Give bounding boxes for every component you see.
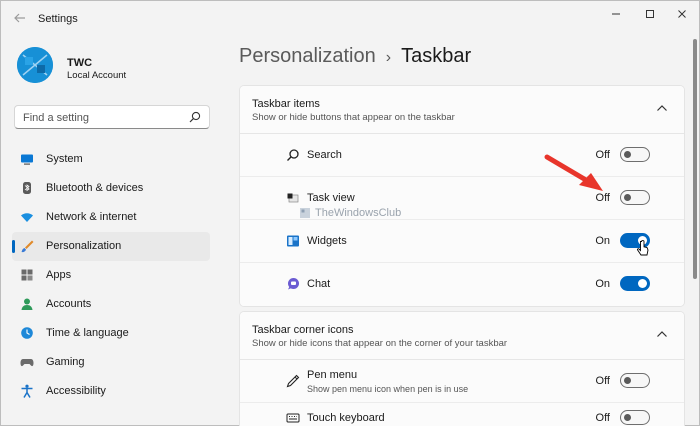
task-view-toggle[interactable] — [620, 190, 650, 205]
wifi-icon — [21, 213, 33, 222]
search-input[interactable]: Find a setting — [14, 105, 210, 129]
annotation-arrow-icon — [544, 154, 603, 191]
account-name: TWC — [67, 57, 93, 69]
breadcrumb-parent[interactable]: Personalization — [239, 45, 376, 67]
sidebar-nav: System Bluetooth & devices Network & int… — [12, 145, 210, 406]
setting-row-search: Search Off — [240, 134, 684, 177]
taskbar-items-section: Taskbar items Show or hide buttons that … — [239, 85, 685, 307]
sidebar-item-label: System — [46, 153, 83, 165]
scrollbar[interactable] — [693, 39, 697, 279]
sidebar-item-label: Apps — [46, 269, 72, 281]
sidebar-item-gaming[interactable]: Gaming — [12, 348, 210, 377]
monitor-icon — [21, 154, 33, 165]
avatar-logo-icon — [17, 47, 53, 83]
close-button[interactable] — [667, 5, 697, 23]
chevron-up-icon[interactable] — [656, 104, 668, 112]
sidebar-item-accessibility[interactable]: Accessibility — [12, 377, 210, 406]
search-icon — [189, 111, 201, 123]
section-title: Taskbar corner icons — [252, 324, 354, 336]
search-placeholder: Find a setting — [23, 112, 90, 124]
close-icon — [678, 10, 686, 18]
sidebar-item-system[interactable]: System — [12, 145, 210, 174]
setting-description: Show pen menu icon when pen is in use — [307, 384, 469, 394]
minimize-icon — [612, 13, 620, 15]
setting-label: Touch keyboard — [307, 412, 385, 424]
sidebar-item-time-language[interactable]: Time & language — [12, 319, 210, 348]
chat-toggle[interactable] — [620, 276, 650, 291]
sidebar-item-personalization[interactable]: Personalization — [12, 232, 210, 261]
section-header[interactable]: Taskbar corner icons Show or hide icons … — [240, 312, 684, 360]
setting-row-touch-keyboard: Touch keyboard Off — [240, 403, 684, 426]
setting-row-chat: Chat On — [240, 263, 684, 306]
maximize-button[interactable] — [635, 5, 665, 23]
sidebar-item-label: Accounts — [46, 298, 92, 310]
setting-label: Search — [307, 149, 342, 161]
breadcrumb-separator: › — [385, 49, 392, 66]
sidebar-item-label: Gaming — [46, 356, 85, 368]
avatar — [17, 47, 53, 83]
pen-icon — [286, 374, 300, 388]
setting-label: Widgets — [307, 235, 347, 247]
setting-row-widgets: Widgets On — [240, 220, 684, 263]
page-title: Taskbar — [401, 45, 472, 67]
bluetooth-icon — [23, 182, 31, 194]
sidebar-item-bluetooth[interactable]: Bluetooth & devices — [12, 174, 210, 203]
search-icon — [287, 149, 299, 161]
back-arrow-icon — [14, 13, 25, 23]
brush-icon — [21, 240, 34, 253]
sidebar-item-label: Time & language — [46, 327, 129, 339]
section-subtitle: Show or hide icons that appear on the co… — [252, 338, 508, 349]
touch-keyboard-toggle[interactable] — [620, 410, 650, 425]
accessibility-icon — [21, 384, 33, 398]
toggle-state-text: On — [595, 235, 610, 247]
watermark-text: TheWindowsClub — [315, 207, 402, 219]
sidebar-item-label: Network & internet — [46, 211, 137, 223]
taskbar-corner-icons-section: Taskbar corner icons Show or hide icons … — [239, 311, 685, 426]
sidebar-item-label: Accessibility — [46, 385, 106, 397]
sidebar-item-apps[interactable]: Apps — [12, 261, 210, 290]
toggle-state-text: Off — [595, 375, 610, 387]
breadcrumb: Personalization › Taskbar — [239, 45, 471, 68]
watermark-logo-icon — [300, 208, 310, 218]
search-toggle[interactable] — [620, 147, 650, 162]
sidebar-item-label: Bluetooth & devices — [46, 182, 144, 194]
chat-icon — [288, 278, 299, 290]
setting-label: Pen menu — [307, 369, 358, 381]
chevron-up-icon[interactable] — [656, 330, 668, 338]
sidebar-item-network[interactable]: Network & internet — [12, 203, 210, 232]
globe-clock-icon — [21, 327, 33, 339]
title-bar: Settings — [1, 1, 700, 33]
watermark: TheWindowsClub — [299, 207, 401, 219]
back-button[interactable] — [9, 7, 31, 29]
section-subtitle: Show or hide buttons that appear on the … — [252, 112, 455, 123]
setting-row-pen-menu: Pen menu Show pen menu icon when pen is … — [240, 360, 684, 403]
toggle-state-text: Off — [595, 412, 610, 424]
mouse-pointer-icon — [637, 240, 649, 256]
task-view-icon — [287, 193, 299, 203]
minimize-button[interactable] — [601, 5, 631, 23]
apps-icon — [21, 269, 33, 281]
setting-label: Task view — [307, 192, 355, 204]
toggle-state-text: On — [595, 278, 610, 290]
person-icon — [21, 298, 33, 310]
sidebar-item-accounts[interactable]: Accounts — [12, 290, 210, 319]
sidebar-item-label: Personalization — [46, 240, 122, 252]
maximize-icon — [646, 10, 654, 18]
gamepad-icon — [20, 359, 34, 367]
section-title: Taskbar items — [252, 98, 320, 110]
account-type: Local Account — [67, 70, 127, 81]
app-title: Settings — [38, 13, 78, 25]
keyboard-icon — [286, 413, 300, 423]
widgets-icon — [287, 235, 299, 247]
pen-menu-toggle[interactable] — [620, 373, 650, 388]
setting-label: Chat — [307, 278, 331, 290]
section-header[interactable]: Taskbar items Show or hide buttons that … — [240, 86, 684, 134]
